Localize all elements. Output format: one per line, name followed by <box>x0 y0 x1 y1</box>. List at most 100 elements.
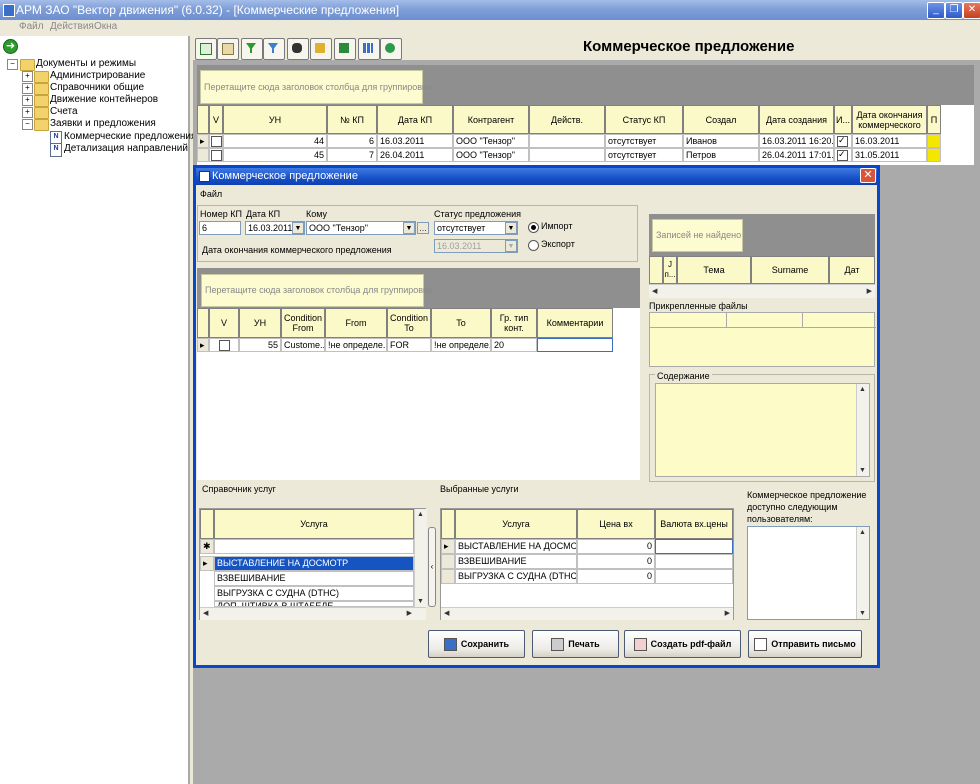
vertical-scrollbar[interactable]: ▲ ▼ <box>414 509 427 607</box>
route-cell-condition-from[interactable]: Custome... <box>281 338 325 352</box>
cell-kp[interactable]: 6 <box>327 134 377 148</box>
selected-service-currency[interactable] <box>655 539 733 554</box>
service-item[interactable]: ВЫСТАВЛЕНИЕ НА ДОСМОТР <box>214 556 414 571</box>
message-column-header[interactable]: Тема <box>677 256 751 284</box>
cell-flag[interactable] <box>834 148 852 162</box>
selected-service-name[interactable]: ВЗВЕШИВАНИЕ <box>455 554 577 569</box>
row-indicator[interactable]: ▸ <box>197 338 209 352</box>
route-column-header[interactable]: From <box>325 308 387 338</box>
cell-created[interactable]: 16.03.2011 16:20... <box>759 134 834 148</box>
column-header[interactable]: П <box>927 105 941 134</box>
tree-item-invoices[interactable]: Счета <box>50 106 78 117</box>
route-column-header[interactable]: V <box>209 308 239 338</box>
cell-creator[interactable]: Иванов <box>683 134 759 148</box>
scroll-up-icon[interactable]: ▲ <box>859 529 866 536</box>
tree-item-admin[interactable]: Администрирование <box>50 70 145 81</box>
tree-subitem-directions[interactable]: Детализация направлений <box>64 143 188 154</box>
selected-service-price[interactable]: 0 <box>577 539 655 554</box>
menu-windows[interactable]: Окна <box>94 21 117 32</box>
find-button[interactable] <box>287 38 309 60</box>
cell-action[interactable] <box>529 134 605 148</box>
message-column-header[interactable]: Surname <box>751 256 829 284</box>
send-mail-button[interactable]: Отправить письмо <box>748 630 862 658</box>
scroll-down-icon[interactable]: ▼ <box>417 598 424 605</box>
route-column-header[interactable]: УН <box>239 308 281 338</box>
minimize-button[interactable]: _ <box>927 2 945 19</box>
tree-item-containers[interactable]: Движение контейнеров <box>50 94 158 105</box>
scroll-up-icon[interactable]: ▲ <box>859 386 866 393</box>
cell-agent[interactable]: ООО "Тензор" <box>453 148 529 162</box>
flag-checkbox[interactable] <box>837 149 848 161</box>
cell-date[interactable]: 26.04.2011 <box>377 148 453 162</box>
flag-checkbox[interactable] <box>837 135 848 147</box>
row-indicator[interactable]: ▸ <box>441 539 455 554</box>
check-button[interactable] <box>195 38 217 60</box>
hierarchy-button[interactable] <box>310 38 332 60</box>
recipient-field[interactable]: ООО "Тензор" <box>306 221 416 235</box>
expand-icon[interactable]: + <box>22 95 33 106</box>
horizontal-scrollbar[interactable]: ◀ ▶ <box>200 607 426 620</box>
route-select-cell[interactable] <box>209 338 239 352</box>
service-item[interactable]: ВЫГРУЗКА С СУДНА (DTHC) <box>214 586 414 601</box>
cell-un[interactable]: 44 <box>223 134 327 148</box>
horizontal-scrollbar[interactable]: ◀ ▶ <box>441 607 733 620</box>
collapse-icon[interactable]: − <box>22 119 33 130</box>
scroll-up-icon[interactable]: ▲ <box>417 511 424 518</box>
row-indicator[interactable] <box>441 554 455 569</box>
column-header[interactable]: Контрагент <box>453 105 529 134</box>
column-header[interactable]: Статус КП <box>605 105 683 134</box>
print-button[interactable]: Печать <box>532 630 619 658</box>
route-group-by-area[interactable]: Перетащите сюда заголовок столбца для гр… <box>197 268 640 308</box>
cell-end[interactable]: 31.05.2011 <box>852 148 927 162</box>
row-select-cell[interactable] <box>209 134 223 148</box>
scroll-right-icon[interactable]: ▶ <box>407 609 412 617</box>
row-indicator[interactable] <box>197 148 209 162</box>
vertical-scrollbar[interactable]: ▲ ▼ <box>856 527 869 619</box>
users-list[interactable]: ▲ ▼ <box>747 526 870 620</box>
cell-un[interactable]: 45 <box>223 148 327 162</box>
create-pdf-button[interactable]: Создать pdf-файл <box>624 630 741 658</box>
message-column-header[interactable]: Дат <box>829 256 875 284</box>
selected-column-header[interactable]: Услуга <box>455 509 577 539</box>
tree-subitem-offers[interactable]: Коммерческие предложения <box>64 131 196 142</box>
menu-actions[interactable]: Действия <box>50 21 94 32</box>
column-header[interactable]: V <box>209 105 223 134</box>
expand-icon[interactable]: + <box>22 83 33 94</box>
route-cell-condition-to[interactable]: FOR <box>387 338 431 352</box>
tree-root[interactable]: Документы и режимы <box>36 58 136 69</box>
row-select-cell[interactable] <box>209 148 223 162</box>
attached-files-grid[interactable] <box>649 312 876 367</box>
refresh-button[interactable] <box>380 38 402 60</box>
recipient-dropdown-icon[interactable]: ▼ <box>403 222 415 234</box>
horizontal-scrollbar[interactable]: ◀ ▶ <box>649 284 875 298</box>
column-header[interactable]: № КП <box>327 105 377 134</box>
route-cell-from[interactable]: !не определе... <box>325 338 387 352</box>
route-column-header[interactable]: Гр. тип конт. <box>491 308 537 338</box>
cell-status[interactable]: отсутствует <box>605 134 683 148</box>
date-dropdown-icon[interactable]: ▼ <box>292 222 304 234</box>
row-checkbox[interactable] <box>211 136 222 147</box>
column-header[interactable]: И... <box>834 105 852 134</box>
view-button[interactable] <box>217 38 239 60</box>
grid-settings-button[interactable] <box>358 38 380 60</box>
selected-column-header[interactable]: Цена вх <box>577 509 655 539</box>
group-by-area[interactable]: Перетащите сюда заголовок столбца для гр… <box>197 65 974 105</box>
filter-button[interactable] <box>241 38 263 60</box>
content-textarea[interactable]: ▲ ▼ <box>655 383 870 477</box>
import-radio[interactable] <box>528 222 539 233</box>
scroll-left-icon[interactable]: ◀ <box>203 609 208 617</box>
cell-creator[interactable]: Петров <box>683 148 759 162</box>
column-header[interactable]: Дата окончания коммерческого <box>852 105 927 134</box>
route-cell-group[interactable]: 20 <box>491 338 537 352</box>
status-dropdown-icon[interactable]: ▼ <box>505 222 517 234</box>
cell-status[interactable]: отсутствует <box>605 148 683 162</box>
route-column-header[interactable]: Комментарии <box>537 308 613 338</box>
menu-file[interactable]: Файл <box>19 21 44 32</box>
selected-column-header[interactable]: Валюта вх.цены <box>655 509 733 539</box>
close-button[interactable]: ✕ <box>963 2 980 19</box>
scroll-down-icon[interactable]: ▼ <box>859 467 866 474</box>
cell-created[interactable]: 26.04.2011 17:01... <box>759 148 834 162</box>
route-column-header[interactable]: To <box>431 308 491 338</box>
selected-service-price[interactable]: 0 <box>577 569 655 584</box>
recipient-browse-button[interactable]: … <box>417 222 429 234</box>
